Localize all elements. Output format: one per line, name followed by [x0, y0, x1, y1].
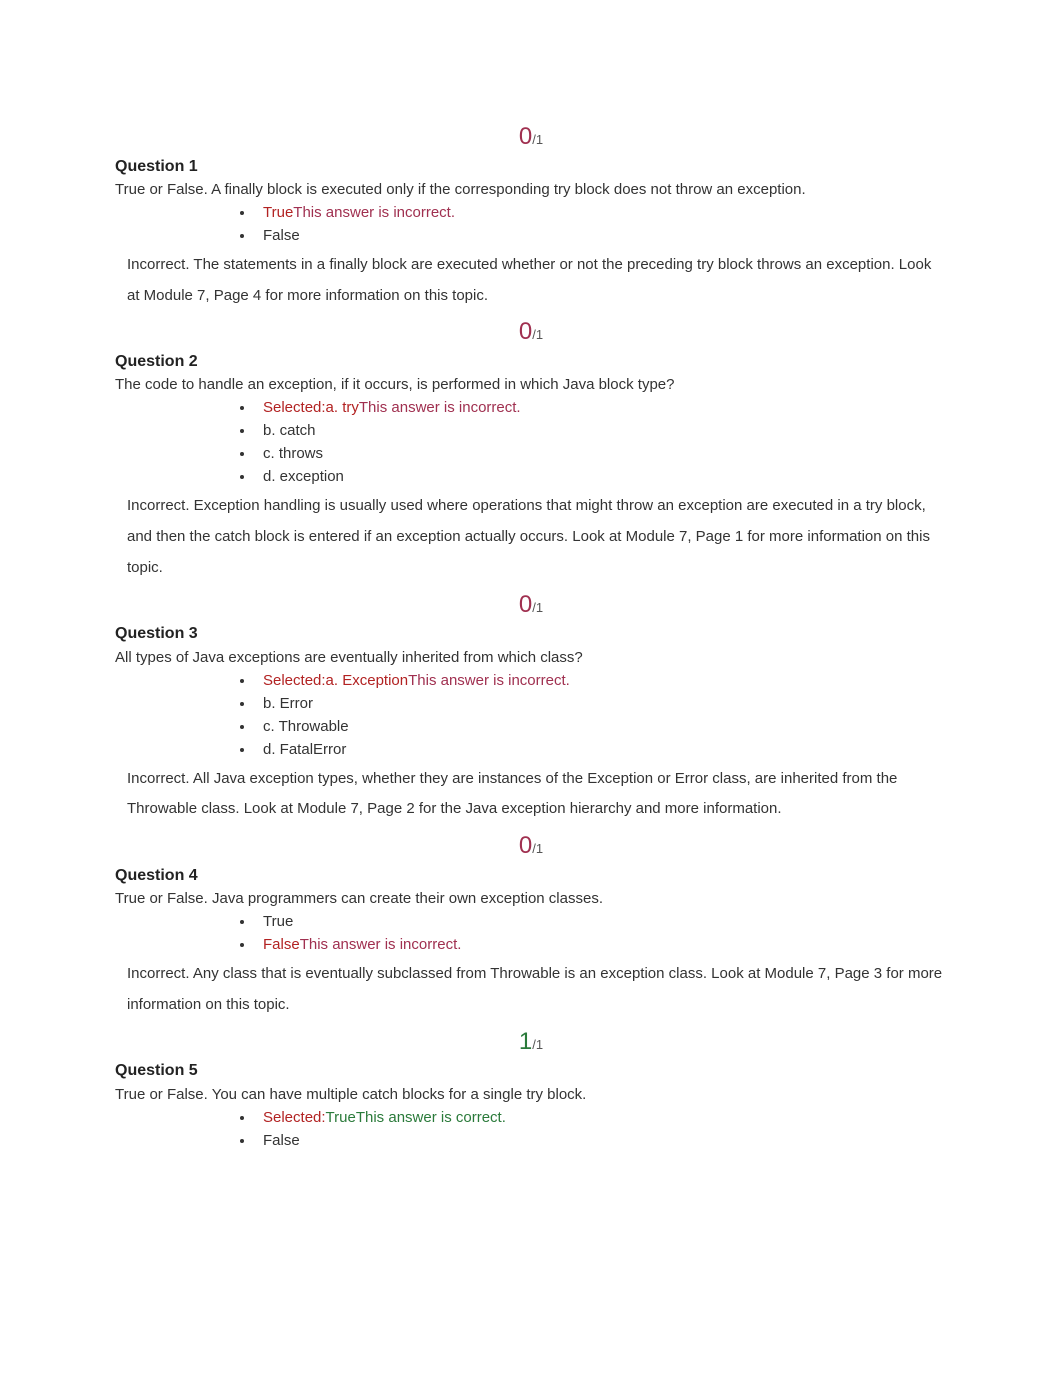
option-text: c. throws	[263, 445, 323, 462]
score-earned: 0	[519, 123, 532, 150]
answer-verdict: This answer is incorrect.	[300, 936, 462, 953]
selected-answer: True	[263, 204, 293, 221]
question-title: Question 5	[115, 1060, 947, 1082]
option-item: c. Throwable	[255, 716, 947, 737]
option-item: TrueThis answer is incorrect.	[255, 202, 947, 223]
question-prompt: True or False. Java programmers can crea…	[115, 888, 947, 909]
answer-verdict: This answer is correct.	[356, 1109, 506, 1126]
selected-prefix: Selected:	[263, 1109, 326, 1126]
score-total: /1	[532, 841, 543, 856]
option-item: False	[255, 225, 947, 246]
score-earned: 0	[519, 591, 532, 618]
score-earned: 1	[519, 1028, 532, 1055]
score-earned: 0	[519, 832, 532, 859]
question-prompt: True or False. You can have multiple cat…	[115, 1084, 947, 1105]
selected-prefix: Selected:	[263, 399, 326, 416]
option-item: c. throws	[255, 443, 947, 464]
score-earned: 0	[519, 318, 532, 345]
question-block: 0/1Question 4True or False. Java program…	[115, 829, 947, 1020]
question-feedback: Incorrect. Any class that is eventually …	[115, 959, 947, 1021]
selected-answer: a. try	[326, 399, 359, 416]
option-item: FalseThis answer is incorrect.	[255, 934, 947, 955]
selected-answer: True	[326, 1109, 356, 1126]
options-list: True FalseThis answer is incorrect.	[115, 911, 947, 955]
question-block: 1/1Question 5True or False. You can have…	[115, 1025, 947, 1151]
option-text: False	[263, 1132, 300, 1149]
question-score: 0/1	[115, 829, 947, 863]
option-text: d. exception	[263, 468, 344, 485]
option-item: Selected:a. ExceptionThis answer is inco…	[255, 670, 947, 691]
question-score: 1/1	[115, 1025, 947, 1059]
question-score: 0/1	[115, 588, 947, 622]
selected-prefix: Selected:	[263, 672, 326, 689]
question-title: Question 4	[115, 865, 947, 887]
answer-verdict: This answer is incorrect.	[359, 399, 521, 416]
question-block: 0/1Question 1True or False. A finally bl…	[115, 120, 947, 311]
option-text: c. Throwable	[263, 718, 349, 735]
score-total: /1	[532, 327, 543, 342]
question-score: 0/1	[115, 315, 947, 349]
options-list: Selected:TrueThis answer is correct. Fals…	[115, 1107, 947, 1151]
option-item: Selected:TrueThis answer is correct.	[255, 1107, 947, 1128]
option-item: True	[255, 911, 947, 932]
question-prompt: All types of Java exceptions are eventua…	[115, 647, 947, 668]
question-title: Question 3	[115, 623, 947, 645]
score-total: /1	[532, 132, 543, 147]
answer-verdict: This answer is incorrect.	[408, 672, 570, 689]
options-list: Selected:a. ExceptionThis answer is inco…	[115, 670, 947, 760]
option-item: b. Error	[255, 693, 947, 714]
option-text: d. FatalError	[263, 741, 346, 758]
question-feedback: Incorrect. Exception handling is usually…	[115, 491, 947, 583]
question-feedback: Incorrect. All Java exception types, whe…	[115, 764, 947, 826]
option-item: d. FatalError	[255, 739, 947, 760]
options-list: Selected:a. tryThis answer is incorrect.…	[115, 397, 947, 487]
option-item: d. exception	[255, 466, 947, 487]
question-block: 0/1Question 2The code to handle an excep…	[115, 315, 947, 583]
question-prompt: The code to handle an exception, if it o…	[115, 374, 947, 395]
option-item: Selected:a. tryThis answer is incorrect.	[255, 397, 947, 418]
question-feedback: Incorrect. The statements in a finally b…	[115, 250, 947, 312]
score-total: /1	[532, 600, 543, 615]
selected-answer: a. Exception	[326, 672, 409, 689]
question-block: 0/1Question 3All types of Java exception…	[115, 588, 947, 825]
question-score: 0/1	[115, 120, 947, 154]
answer-verdict: This answer is incorrect.	[293, 204, 455, 221]
selected-answer: False	[263, 936, 300, 953]
option-item: b. catch	[255, 420, 947, 441]
option-text: b. Error	[263, 695, 313, 712]
option-item: False	[255, 1130, 947, 1151]
score-total: /1	[532, 1037, 543, 1052]
option-text: True	[263, 913, 293, 930]
question-title: Question 2	[115, 351, 947, 373]
question-title: Question 1	[115, 156, 947, 178]
option-text: b. catch	[263, 422, 316, 439]
option-text: False	[263, 227, 300, 244]
question-prompt: True or False. A finally block is execut…	[115, 179, 947, 200]
options-list: TrueThis answer is incorrect. False	[115, 202, 947, 246]
